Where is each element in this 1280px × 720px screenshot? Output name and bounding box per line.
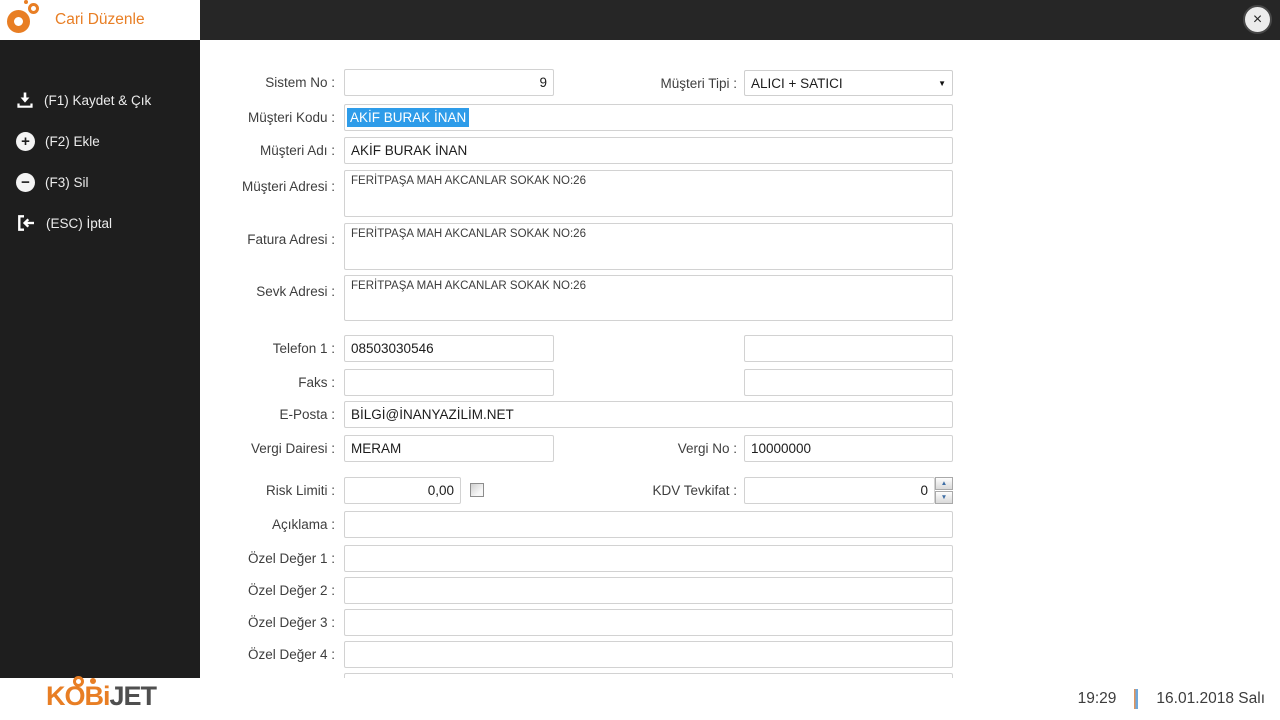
sidebar-item-label: (F1) Kaydet & Çık bbox=[44, 92, 152, 108]
clock-area: 19:29 16.01.2018 Salı bbox=[1078, 678, 1265, 720]
time-text: 19:29 bbox=[1077, 690, 1117, 707]
spin-down-icon: ▼ bbox=[940, 494, 948, 501]
chevron-down-icon: ▼ bbox=[938, 78, 946, 88]
logo-jet-text: JET bbox=[109, 681, 158, 711]
spin-up-icon: ▲ bbox=[940, 480, 948, 487]
risk-limiti-input[interactable] bbox=[344, 477, 461, 504]
risk-limiti-checkbox[interactable] bbox=[470, 483, 484, 497]
sidebar-item-delete[interactable]: − (F3) Sil bbox=[0, 168, 200, 196]
kdv-tevkifat-label: KDV Tevkifat : bbox=[652, 483, 737, 498]
kdv-tevkifat-input[interactable] bbox=[744, 477, 935, 504]
logo-donut-icon bbox=[7, 10, 30, 33]
aciklama-input[interactable] bbox=[344, 511, 953, 538]
ozel-deger-2-input[interactable] bbox=[344, 577, 953, 604]
sidebar: (F1) Kaydet & Çık + (F2) Ekle − (F3) Sil… bbox=[0, 40, 200, 678]
spin-down-button[interactable]: ▼ bbox=[935, 491, 953, 504]
sistem-no-label: Sistem No : bbox=[265, 75, 335, 90]
header-brand-box: Cari Düzenle bbox=[0, 0, 200, 40]
date-text: 16.01.2018 Salı bbox=[1156, 690, 1265, 707]
risk-limiti-label: Risk Limiti : bbox=[265, 483, 335, 498]
telefon2-input[interactable] bbox=[744, 335, 953, 362]
musteri-adresi-label: Müşteri Adresi : bbox=[241, 179, 335, 194]
sidebar-item-cancel[interactable]: (ESC) İptal bbox=[0, 209, 200, 237]
fatura-adresi-label: Fatura Adresi : bbox=[247, 232, 335, 247]
logo-ring-icon bbox=[28, 3, 39, 14]
separator-bar bbox=[1134, 689, 1139, 709]
kobijet-logo: KOBiJET bbox=[46, 676, 158, 711]
ozel-deger-2-label: Özel Değer 2 : bbox=[247, 583, 335, 598]
ozel-deger-3-label: Özel Değer 3 : bbox=[247, 615, 335, 630]
musteri-tipi-value: ALICI + SATICI bbox=[751, 75, 843, 91]
save-download-icon bbox=[17, 92, 33, 108]
kdv-tevkifat-spinner: ▲ ▼ bbox=[935, 477, 953, 504]
telefon1-input[interactable] bbox=[344, 335, 554, 362]
sistem-no-input[interactable] bbox=[344, 69, 554, 96]
close-icon: × bbox=[1252, 10, 1263, 28]
selected-text: AKİF BURAK İNAN bbox=[347, 108, 470, 127]
faks2-input[interactable] bbox=[744, 369, 953, 396]
musteri-adi-label: Müşteri Adı : bbox=[259, 143, 335, 158]
page-title: Cari Düzenle bbox=[55, 11, 145, 28]
footer-bar: KOBiJET 19:29 16.01.2018 Salı bbox=[0, 676, 1280, 720]
ozel-deger-4-label: Özel Değer 4 : bbox=[247, 647, 335, 662]
sidebar-item-save-exit[interactable]: (F1) Kaydet & Çık bbox=[0, 86, 200, 114]
telefon1-label: Telefon 1 : bbox=[272, 341, 335, 356]
sidebar-item-add[interactable]: + (F2) Ekle bbox=[0, 127, 200, 155]
ozel-deger-1-input[interactable] bbox=[344, 545, 953, 572]
ozel-deger-3-input[interactable] bbox=[344, 609, 953, 636]
musteri-adresi-textarea[interactable]: FERİTPAŞA MAH AKCANLAR SOKAK NO:26 bbox=[344, 170, 953, 217]
aciklama-label: Açıklama : bbox=[271, 517, 335, 532]
logo-ring-icon bbox=[73, 676, 84, 687]
title-bar bbox=[200, 0, 1280, 40]
musteri-tipi-label: Müşteri Tipi : bbox=[660, 76, 737, 91]
minus-circle-icon: − bbox=[16, 172, 35, 192]
sidebar-item-label: (F2) Ekle bbox=[45, 133, 100, 149]
close-button[interactable]: × bbox=[1243, 5, 1272, 34]
musteri-adi-input[interactable] bbox=[344, 137, 953, 164]
faks-input[interactable] bbox=[344, 369, 554, 396]
ozel-deger-1-label: Özel Değer 1 : bbox=[247, 551, 335, 566]
app-logo-icon bbox=[7, 0, 47, 40]
logo-dot-icon bbox=[24, 0, 28, 4]
musteri-kodu-input[interactable]: AKİF BURAK İNAN bbox=[344, 104, 953, 131]
faks-label: Faks : bbox=[298, 375, 335, 390]
musteri-kodu-label: Müşteri Kodu : bbox=[247, 110, 335, 125]
sevk-adresi-label: Sevk Adresi : bbox=[256, 284, 335, 299]
eposta-label: E-Posta : bbox=[279, 407, 335, 422]
ozel-deger-4-input[interactable] bbox=[344, 641, 953, 668]
vergi-no-label: Vergi No : bbox=[677, 441, 737, 456]
app-window: Cari Düzenle × (F1) Kaydet & Çık + (F2) … bbox=[0, 0, 1280, 720]
sidebar-item-label: (ESC) İptal bbox=[46, 215, 113, 231]
eposta-input[interactable] bbox=[344, 401, 953, 428]
spin-up-button[interactable]: ▲ bbox=[935, 477, 953, 490]
plus-circle-icon: + bbox=[16, 131, 35, 151]
exit-arrow-icon bbox=[18, 215, 34, 231]
vergi-dairesi-label: Vergi Dairesi : bbox=[250, 441, 335, 456]
fatura-adresi-textarea[interactable]: FERİTPAŞA MAH AKCANLAR SOKAK NO:26 bbox=[344, 223, 953, 270]
musteri-tipi-select[interactable]: ALICI + SATICI ▼ bbox=[744, 70, 953, 96]
vergi-no-input[interactable] bbox=[744, 435, 953, 462]
sidebar-item-label: (F3) Sil bbox=[45, 174, 89, 190]
logo-dot-icon bbox=[90, 678, 96, 684]
sevk-adresi-textarea[interactable]: FERİTPAŞA MAH AKCANLAR SOKAK NO:26 bbox=[344, 275, 953, 321]
vergi-dairesi-input[interactable] bbox=[344, 435, 554, 462]
